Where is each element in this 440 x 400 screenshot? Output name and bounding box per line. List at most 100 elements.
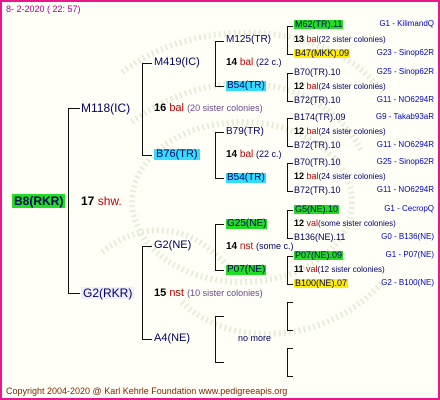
connector [142, 63, 143, 156]
connector [215, 270, 224, 271]
ancestor-queen[interactable]: B47(MKK).09 [294, 49, 351, 58]
queen-m125-info: 14 bal (22 c.) [226, 57, 282, 68]
queen-m419[interactable]: M419(IC) [154, 57, 200, 68]
ancestor-queen[interactable]: B70(TR).10 [294, 158, 341, 167]
breeding-mark: val [306, 218, 319, 228]
connector [287, 26, 293, 27]
queen-g25[interactable]: G25(NE) [226, 219, 268, 229]
ancestor-info: 12 bal(24 sister colonies) [294, 82, 386, 91]
ancestor-origin: G1 - P07(NE) [385, 250, 434, 259]
connector [215, 316, 216, 363]
connector [287, 376, 293, 377]
sister-colonies: (24 sister colonies) [318, 82, 386, 91]
ancestor-origin: G11 - NO6294R [376, 95, 434, 104]
ancestor-origin: G11 - NO6294R [376, 140, 434, 149]
connector [215, 362, 224, 363]
ancestor-origin: G2 - B100(NE) [381, 278, 434, 287]
queen-g2ne[interactable]: G2(NE) [154, 240, 191, 251]
date-header: 8- 2-2020 ( 22: 57) [6, 4, 81, 14]
connector [287, 302, 288, 331]
root-info: 17 shw. [81, 195, 122, 207]
ancestor-queen[interactable]: B72(TR).10 [294, 96, 341, 105]
sister-colonies: (22 sister colonies) [318, 35, 386, 44]
connector [287, 118, 293, 119]
connector [215, 224, 224, 225]
connector [287, 191, 293, 192]
queen-b54[interactable]: B54(TR) [226, 81, 266, 91]
connector [68, 108, 69, 294]
connector [215, 178, 224, 179]
connector [287, 118, 288, 147]
ancestor-queen[interactable]: B70(TR).10 [294, 68, 341, 77]
ancestor-info: 12 bal(24 sister colonies) [294, 127, 386, 136]
connector [287, 73, 288, 102]
connector [287, 101, 293, 102]
connector [287, 146, 293, 147]
root-queen[interactable]: B8(RKR) [12, 194, 66, 208]
connector [287, 163, 288, 192]
connector [142, 63, 152, 64]
ancestor-origin: G11 - NO6294R [376, 185, 434, 194]
generation-number: 17 [81, 194, 95, 208]
ancestor-queen[interactable]: P07(NE).09 [294, 251, 344, 260]
ancestor-info: 11 val(12 sister colonies) [294, 265, 385, 274]
generation-number: 12 [294, 171, 305, 181]
queen-p07[interactable]: P07(NE) [226, 265, 267, 275]
breeding-mark: shw. [97, 194, 122, 208]
connector [287, 302, 293, 303]
connector [68, 108, 80, 109]
ancestor-queen[interactable]: G5(NE).10 [294, 205, 340, 214]
dam-queen[interactable]: G2(RKR) [81, 287, 135, 299]
generation-number: 12 [294, 218, 305, 228]
connector [142, 246, 143, 340]
connector [287, 256, 293, 257]
breeding-mark: val [306, 264, 318, 274]
ancestor-origin: G25 - Sinop62R [376, 157, 434, 166]
connector [215, 132, 224, 133]
generation-number: 13 [294, 34, 305, 44]
ancestor-queen[interactable]: B100(NE).07 [294, 279, 349, 288]
generation-number: 12 [294, 126, 305, 136]
ancestor-queen[interactable]: B72(TR).10 [294, 141, 341, 150]
sire-queen[interactable]: M118(IC) [81, 102, 130, 114]
connector [215, 132, 216, 179]
connector [215, 316, 224, 317]
breeding-mark: bal [306, 34, 319, 44]
ancestor-info: 13 bal(22 sister colonies) [294, 35, 386, 44]
copyright-footer: Copyright 2004-2020 @ Karl Kehrle Founda… [6, 386, 288, 396]
connector [287, 73, 293, 74]
queen-b79[interactable]: B79(TR) [226, 127, 264, 137]
ancestor-queen[interactable]: M62(TR).11 [294, 20, 344, 29]
breeding-mark: bal [306, 126, 319, 136]
ancestor-origin: G0 - B136(NE) [381, 232, 434, 241]
ancestor-origin: G1 - KilimandQ [379, 19, 434, 28]
queen-a4[interactable]: A4(NE) [154, 333, 190, 344]
ancestor-queen[interactable]: B72(TR).10 [294, 186, 341, 195]
ancestor-info: 12 val(some sister colonies) [294, 219, 396, 228]
connector [68, 293, 80, 294]
connector [287, 54, 293, 55]
connector [215, 86, 224, 87]
connector [287, 256, 288, 285]
connector [215, 41, 216, 87]
breeding-mark: bal [306, 171, 319, 181]
queen-m125[interactable]: M125(TR) [226, 35, 271, 45]
no-more-note: no more [238, 333, 272, 343]
ancestor-queen[interactable]: B136(NE).11 [294, 233, 345, 242]
connector [287, 348, 288, 377]
breeding-mark: bal [306, 81, 319, 91]
queen-b79-info: 14 bal (22 c.) [226, 149, 282, 160]
ancestor-queen[interactable]: B174(TR).09 [294, 113, 346, 122]
pedigree-frame: 8- 2-2020 ( 22: 57) Copyright 2004-2020 … [0, 0, 440, 400]
dam-info: 15 nst (10 sister colonies) [154, 287, 263, 299]
connector [142, 155, 152, 156]
sister-colonies: (some sister colonies) [318, 219, 396, 228]
connector [287, 238, 293, 239]
generation-number: 12 [294, 81, 305, 91]
queen-b76[interactable]: B76(TR) [154, 149, 200, 160]
connector [287, 210, 288, 239]
connector [287, 26, 288, 55]
sire-info: 16 bal (20 sister colonies) [154, 102, 263, 114]
sister-colonies: (24 sister colonies) [318, 172, 386, 181]
queen-b54[interactable]: B54(TR) [226, 173, 266, 183]
